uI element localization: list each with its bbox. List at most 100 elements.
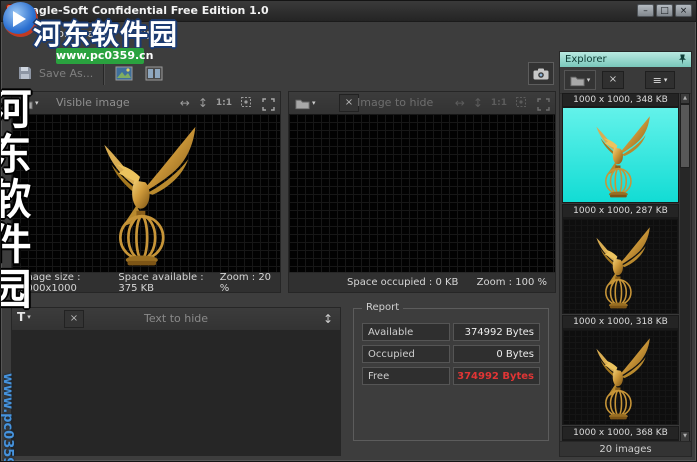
report-rows: Available 374992 Bytes Occupied 0 Bytes … bbox=[362, 323, 540, 389]
columns-icon bbox=[145, 66, 163, 82]
visible-image-status-bar: Image size : 1000x1000 Space available :… bbox=[12, 272, 280, 292]
explorer-item[interactable]: 1000 x 1000, 348 KB bbox=[562, 93, 679, 203]
report-row-occupied: Occupied 0 Bytes bbox=[362, 345, 540, 363]
text-to-hide-input[interactable] bbox=[12, 330, 340, 455]
eagle-image bbox=[90, 118, 203, 268]
visible-image-tools: ↔ ↕ 1:1 bbox=[180, 92, 252, 114]
report-title: Report bbox=[362, 302, 403, 313]
chevron-down-icon: ▾ bbox=[312, 99, 316, 107]
explorer-item[interactable]: 1000 x 1000, 318 KB bbox=[562, 315, 679, 425]
explorer-panel: Explorer ▾ × ≡ ▾ 1000 x 1000, 348 KB bbox=[559, 51, 692, 457]
text-to-hide-header: T ▾ × Text to hide ↕ bbox=[12, 308, 340, 331]
thumbnail-label: 1000 x 1000, 348 KB bbox=[562, 93, 679, 107]
folder-icon bbox=[570, 74, 585, 87]
eagle-image bbox=[588, 222, 654, 310]
eagle-image bbox=[588, 333, 654, 421]
scrollbar-thumb[interactable] bbox=[680, 104, 690, 168]
folder-icon bbox=[18, 97, 33, 110]
explorer-item[interactable]: 1000 x 1000, 368 KB bbox=[562, 426, 679, 442]
close-button[interactable]: × bbox=[675, 4, 692, 17]
chevron-down-icon: ▾ bbox=[664, 76, 668, 84]
image-to-hide-tools: ↔ ↕ 1:1 bbox=[455, 92, 527, 114]
camera-icon bbox=[533, 68, 549, 80]
open-hidden-image-button[interactable]: ▾ bbox=[293, 94, 321, 112]
visible-image-header: ▾ Visible image ↔ ↕ 1:1 bbox=[12, 92, 280, 115]
visible-image-title: Visible image bbox=[56, 92, 130, 114]
chevron-down-icon: ▾ bbox=[35, 99, 39, 107]
image-to-hide-title: Image to hide bbox=[357, 92, 433, 114]
space-occupied-status: Space occupied : 0 KB bbox=[347, 277, 458, 288]
app-window: Eagle-Soft Confidential Free Edition 1.0… bbox=[0, 0, 697, 462]
fullscreen-icon[interactable] bbox=[262, 96, 275, 115]
actual-size-button[interactable]: 1:1 bbox=[491, 98, 507, 108]
save-disk-icon bbox=[17, 65, 33, 85]
title-bar[interactable]: Eagle-Soft Confidential Free Edition 1.0… bbox=[1, 1, 696, 22]
flip-vertical-icon[interactable]: ↕ bbox=[473, 96, 483, 110]
text-to-hide-panel: T ▾ × Text to hide ↕ bbox=[11, 307, 341, 456]
fullscreen-icon[interactable] bbox=[537, 96, 550, 115]
toolbar-separator bbox=[103, 63, 104, 85]
explorer-toolbar: ▾ × ≡ ▾ bbox=[560, 67, 691, 94]
flip-horizontal-icon[interactable]: ↔ bbox=[180, 96, 190, 110]
main-toolbar: Save As... bbox=[11, 57, 556, 91]
zoom-status: Zoom : 100 % bbox=[477, 277, 547, 288]
menu-workspace[interactable]: Workspace bbox=[47, 26, 107, 41]
folder-icon bbox=[295, 97, 310, 110]
explorer-thumbnail-list: 1000 x 1000, 348 KB 1000 x 1000, 287 KB … bbox=[562, 93, 679, 442]
thumbnail-image[interactable] bbox=[562, 329, 679, 425]
app-icon bbox=[6, 4, 19, 17]
text-to-hide-title: Text to hide bbox=[12, 308, 340, 330]
clear-hidden-image-button[interactable]: × bbox=[339, 94, 359, 112]
open-visible-image-button[interactable]: ▾ bbox=[16, 94, 44, 112]
menu-help[interactable]: Help bbox=[128, 26, 153, 41]
zoom-status: Zoom : 20 % bbox=[220, 272, 272, 294]
image-size-status: Image size : 1000x1000 bbox=[20, 272, 118, 294]
scroll-vertical-icon[interactable]: ↕ bbox=[323, 308, 333, 330]
explorer-title-bar[interactable]: Explorer bbox=[560, 52, 691, 67]
report-value: 374992 Bytes bbox=[453, 323, 540, 341]
explorer-close-folder-button[interactable]: × bbox=[602, 71, 624, 89]
flip-vertical-icon[interactable]: ↕ bbox=[198, 96, 208, 110]
hamburger-icon: ≡ bbox=[653, 75, 662, 86]
chevron-down-icon: ▾ bbox=[587, 76, 591, 84]
report-group: Report Available 374992 Bytes Occupied 0… bbox=[353, 308, 549, 441]
report-label: Free bbox=[362, 367, 450, 385]
report-row-available: Available 374992 Bytes bbox=[362, 323, 540, 341]
visible-image-panel: ▾ Visible image ↔ ↕ 1:1 Image size : 100… bbox=[11, 91, 281, 293]
hidden-image-canvas[interactable] bbox=[289, 114, 555, 272]
report-row-free: Free 374992 Bytes bbox=[362, 367, 540, 385]
picture-icon bbox=[115, 66, 133, 82]
explorer-title: Explorer bbox=[565, 54, 607, 65]
picture-tool-button[interactable] bbox=[111, 62, 137, 86]
thumbnail-image[interactable] bbox=[562, 107, 679, 203]
zoom-fit-icon[interactable] bbox=[515, 96, 527, 111]
window-controls: – □ × bbox=[637, 4, 692, 17]
thumbnail-image[interactable] bbox=[562, 218, 679, 314]
image-to-hide-status-bar: Space occupied : 0 KB Zoom : 100 % bbox=[289, 272, 555, 292]
eagle-image bbox=[588, 111, 654, 199]
explorer-scrollbar[interactable]: ▲ ▼ bbox=[680, 93, 690, 442]
report-label: Available bbox=[362, 323, 450, 341]
maximize-button[interactable]: □ bbox=[656, 4, 673, 17]
report-label: Occupied bbox=[362, 345, 450, 363]
scroll-up-icon[interactable]: ▲ bbox=[680, 93, 690, 104]
explorer-image-count: 20 images bbox=[560, 441, 691, 456]
flip-horizontal-icon[interactable]: ↔ bbox=[455, 96, 465, 110]
report-value: 374992 Bytes bbox=[453, 367, 540, 385]
layout-tool-button[interactable] bbox=[141, 62, 167, 86]
image-to-hide-panel: ▾ × Image to hide ↔ ↕ 1:1 Space occupied… bbox=[288, 91, 556, 293]
space-available-status: Space available : 375 KB bbox=[118, 272, 219, 294]
thumbnail-label: 1000 x 1000, 318 KB bbox=[562, 315, 679, 329]
actual-size-button[interactable]: 1:1 bbox=[216, 98, 232, 108]
save-as-button[interactable]: Save As... bbox=[39, 57, 93, 91]
minimize-button[interactable]: – bbox=[637, 4, 654, 17]
zoom-fit-icon[interactable] bbox=[240, 96, 252, 111]
window-title: Eagle-Soft Confidential Free Edition 1.0 bbox=[24, 1, 269, 21]
explorer-open-folder-button[interactable]: ▾ bbox=[564, 70, 596, 90]
visible-image-canvas[interactable] bbox=[12, 114, 280, 272]
report-value: 0 Bytes bbox=[453, 345, 540, 363]
explorer-menu-button[interactable]: ≡ ▾ bbox=[645, 71, 675, 89]
explorer-item[interactable]: 1000 x 1000, 287 KB bbox=[562, 204, 679, 314]
thumbnail-label: 1000 x 1000, 368 KB bbox=[562, 426, 679, 440]
capture-button[interactable] bbox=[528, 62, 554, 85]
